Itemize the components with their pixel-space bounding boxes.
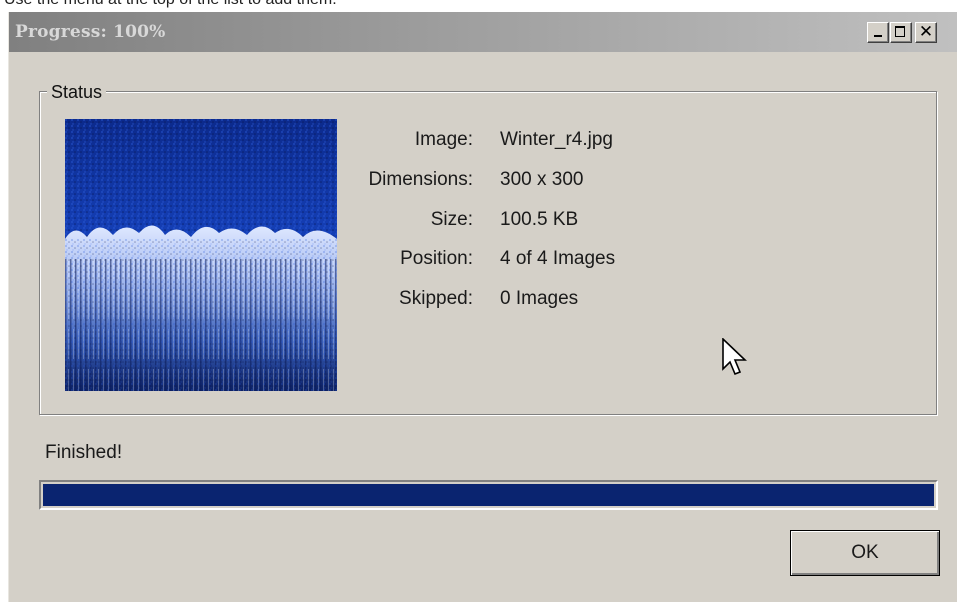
minimize-button[interactable] [867, 22, 889, 43]
progress-dialog: Progress: 100% ✕ Status Image: Winter_r4… [8, 12, 957, 602]
status-group-label: Status [47, 82, 107, 103]
title-bar[interactable]: Progress: 100% ✕ [9, 12, 957, 52]
dimensions-label: Dimensions: [368, 169, 473, 190]
skipped-label: Skipped: [399, 288, 473, 309]
mouse-pointer-icon [722, 338, 747, 376]
maximize-button[interactable] [890, 22, 912, 43]
size-value: 100.5 KB [500, 209, 579, 230]
background-hint-text: Use the menu at the top of the list to a… [4, 0, 337, 9]
ok-button[interactable]: OK [790, 530, 940, 576]
dimensions-value: 300 x 300 [500, 169, 584, 190]
position-value: 4 of 4 Images [500, 248, 616, 269]
progress-bar-fill [43, 484, 934, 506]
progress-bar [39, 480, 938, 510]
skipped-value: 0 Images [500, 288, 579, 309]
minimize-icon [874, 35, 882, 37]
image-label: Image: [414, 129, 473, 150]
size-label: Size: [430, 209, 473, 230]
window-title: Progress: 100% [15, 22, 166, 42]
maximize-icon [895, 26, 905, 37]
image-value: Winter_r4.jpg [500, 129, 613, 150]
background-window-text: Use the menu at the top of the list to a… [0, 0, 957, 12]
close-icon: ✕ [918, 22, 934, 42]
position-label: Position: [400, 248, 473, 269]
status-message: Finished! [45, 442, 123, 463]
close-button[interactable]: ✕ [915, 22, 937, 43]
